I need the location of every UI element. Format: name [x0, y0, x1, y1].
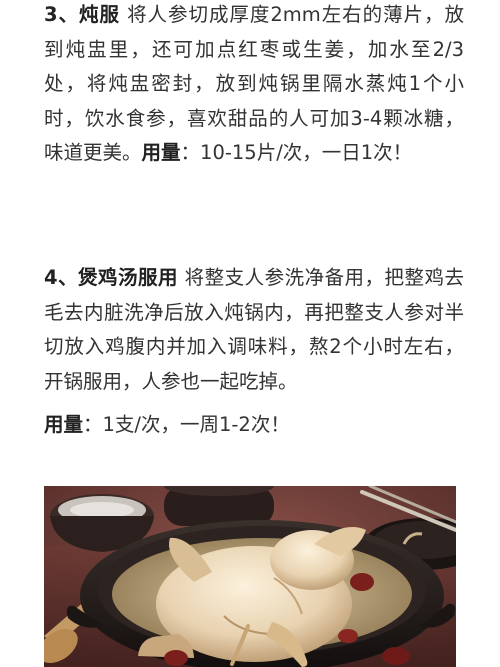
chicken-soup-illustration	[44, 486, 456, 667]
section-3-paragraph: 3、炖服 将人参切成厚度2mm左右的薄片，放到炖盅里，还可加点红枣或生姜，加水至…	[44, 0, 464, 171]
chicken-soup-photo	[44, 486, 456, 667]
section-4-number: 4、	[44, 266, 79, 289]
section-4-paragraph: 4、煲鸡汤服用 将整支人参洗净备用，把整鸡去毛去内脏洗净后放入炖锅内，再把整支人…	[44, 261, 464, 399]
section-3-heading: 炖服	[79, 3, 120, 26]
section-4-dosage-text: ：1支/次，一周1-2次！	[83, 413, 290, 436]
section-3-dosage-label: 用量	[141, 141, 181, 164]
section-4-dosage: 用量：1支/次，一周1-2次！	[44, 408, 464, 443]
section-4-heading: 煲鸡汤服用	[78, 266, 178, 289]
section-3-dosage-text: ：10-15片/次，一日1次！	[180, 141, 413, 164]
dark-jar	[164, 486, 274, 526]
section-3-number: 3、	[44, 3, 79, 26]
section-3-body: 将人参切成厚度2mm左右的薄片，放到炖盅里，还可加点红枣或生姜，加水至2/3处，…	[44, 3, 464, 164]
section-4-dosage-label: 用量	[44, 413, 84, 436]
